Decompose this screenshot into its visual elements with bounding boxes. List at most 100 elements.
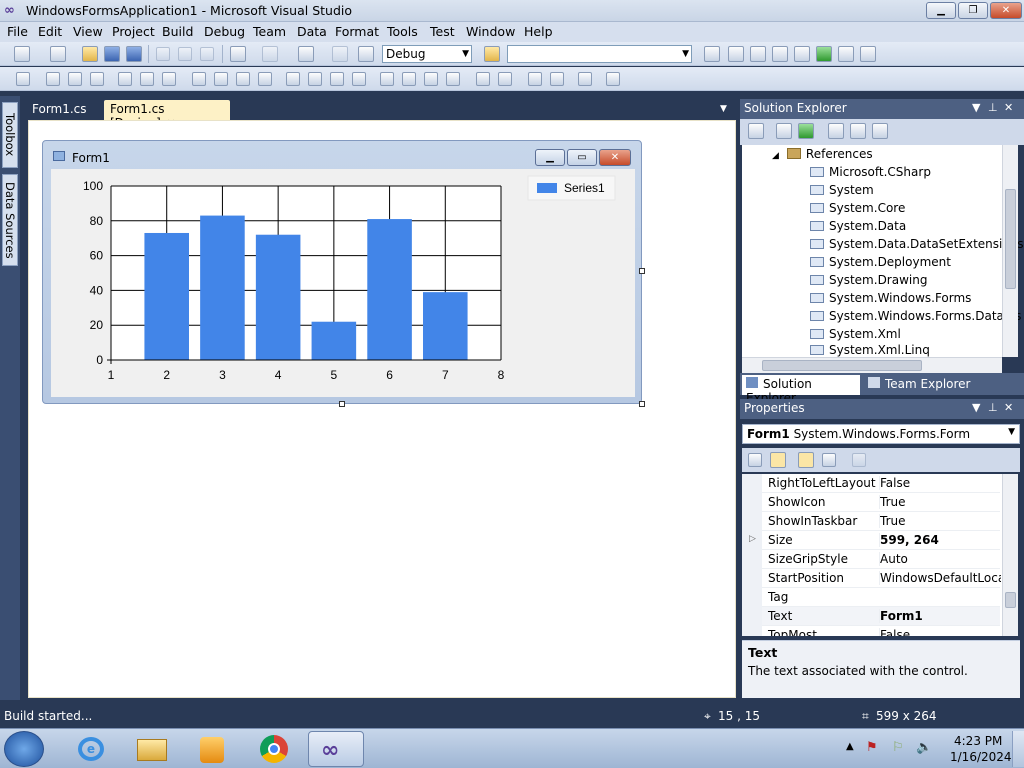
layout-options-icon[interactable] xyxy=(606,72,620,86)
show-all-files-icon[interactable] xyxy=(776,123,792,139)
panel-dropdown-icon[interactable]: ▼ xyxy=(972,101,980,114)
menu-format[interactable]: Format xyxy=(335,24,379,39)
center-vertically-icon[interactable] xyxy=(498,72,512,86)
property-pages-icon[interactable] xyxy=(852,453,866,467)
network-icon[interactable]: ⚑ xyxy=(866,740,878,755)
bring-to-front-icon[interactable] xyxy=(528,72,542,86)
solution-explorer-icon[interactable] xyxy=(704,46,720,62)
pin-icon[interactable]: ⊥ xyxy=(988,101,998,114)
decrease-horizontal-spacing-icon[interactable] xyxy=(330,72,344,86)
tree-node-reference[interactable]: System.Data xyxy=(810,219,906,237)
property-row[interactable]: ShowInTaskbar True xyxy=(742,512,1000,531)
expand-arrow-icon[interactable]: ▷ xyxy=(749,534,756,544)
form-minimize-button[interactable]: ▁ xyxy=(535,149,565,166)
properties-window-icon[interactable] xyxy=(728,46,744,62)
start-page-icon[interactable] xyxy=(816,46,832,62)
property-grid-scrollbar[interactable] xyxy=(1002,474,1018,636)
volume-icon[interactable]: 🔈 xyxy=(916,740,932,755)
align-rights-icon[interactable] xyxy=(90,72,104,86)
show-desktop-button[interactable] xyxy=(1012,731,1024,767)
action-center-icon[interactable]: ⚐ xyxy=(892,740,904,755)
menu-build[interactable]: Build xyxy=(162,24,193,39)
add-item-icon[interactable] xyxy=(50,46,66,62)
size-to-grid-icon[interactable] xyxy=(214,72,228,86)
alphabetical-icon[interactable] xyxy=(770,452,786,468)
redo-icon[interactable] xyxy=(262,46,278,62)
pin-icon[interactable]: ⊥ xyxy=(988,401,998,414)
navigate-backward-icon[interactable] xyxy=(298,46,314,62)
form1-window[interactable]: Form1 ▁ ▭ ✕ 0 20 40 60 80 100 1 2 3 4 5 6 7 8 Series1 xyxy=(42,140,642,404)
center-horizontally-icon[interactable] xyxy=(476,72,490,86)
scrollbar-thumb[interactable] xyxy=(1005,592,1016,608)
make-same-size-icon[interactable] xyxy=(258,72,272,86)
scrollbar-thumb[interactable] xyxy=(1005,189,1016,289)
make-same-width-icon[interactable] xyxy=(192,72,206,86)
resize-handle-right[interactable] xyxy=(639,268,645,274)
property-row-selected[interactable]: Text Form1 xyxy=(742,607,1000,626)
data-sources-tab[interactable]: Data Sources xyxy=(2,174,18,266)
open-file-icon[interactable] xyxy=(82,46,98,62)
tab-team-explorer[interactable]: Team Explorer xyxy=(864,375,975,395)
visual-studio-taskbar-icon[interactable]: ∞ xyxy=(308,731,364,767)
menu-test[interactable]: Test xyxy=(430,24,455,39)
align-tops-icon[interactable] xyxy=(118,72,132,86)
property-row[interactable]: Tag xyxy=(742,588,1000,607)
minimize-button[interactable]: ▁ xyxy=(926,2,956,19)
tab-list-dropdown-icon[interactable]: ▼ xyxy=(720,104,727,114)
view-designer-icon[interactable] xyxy=(850,123,866,139)
menu-tools[interactable]: Tools xyxy=(387,24,418,39)
property-row[interactable]: ShowIcon True xyxy=(742,493,1000,512)
property-row[interactable]: RightToLeftLayout False xyxy=(742,474,1000,493)
align-lefts-icon[interactable] xyxy=(46,72,60,86)
menu-view[interactable]: View xyxy=(73,24,103,39)
property-row[interactable]: TopMost False xyxy=(742,626,1000,636)
increase-vertical-spacing-icon[interactable] xyxy=(402,72,416,86)
tree-node-reference[interactable]: System.Windows.Forms xyxy=(810,291,971,309)
menu-team[interactable]: Team xyxy=(253,24,286,39)
remove-vertical-spacing-icon[interactable] xyxy=(446,72,460,86)
tab-form1-cs[interactable]: Form1.cs xyxy=(26,100,93,120)
command-window-icon[interactable] xyxy=(860,46,876,62)
close-button[interactable]: ✕ xyxy=(990,2,1022,19)
tree-node-references[interactable]: ◢ References xyxy=(772,147,873,165)
expand-arrow-icon[interactable]: ◢ xyxy=(772,151,779,161)
property-object-selector[interactable]: Form1 System.Windows.Forms.Form ▼ xyxy=(742,424,1020,444)
clock-date[interactable]: 1/16/2024 xyxy=(950,750,1012,764)
panel-dropdown-icon[interactable]: ▼ xyxy=(972,401,980,414)
increase-horizontal-spacing-icon[interactable] xyxy=(308,72,322,86)
events-icon[interactable] xyxy=(822,453,836,467)
tree-node-reference[interactable]: System.Drawing xyxy=(810,273,927,291)
make-same-height-icon[interactable] xyxy=(236,72,250,86)
navigate-forward-icon[interactable] xyxy=(332,46,348,62)
paste-icon[interactable] xyxy=(200,47,214,61)
menu-help[interactable]: Help xyxy=(524,24,553,39)
menu-window[interactable]: Window xyxy=(466,24,515,39)
tree-node-reference[interactable]: Microsoft.CSharp xyxy=(810,165,931,183)
panel-close-icon[interactable]: ✕ xyxy=(1004,101,1013,114)
form-maximize-button[interactable]: ▭ xyxy=(567,149,597,166)
menu-edit[interactable]: Edit xyxy=(38,24,62,39)
align-middles-icon[interactable] xyxy=(140,72,154,86)
tab-form1-design[interactable]: Form1.cs [Design]✕ xyxy=(104,100,230,130)
tab-solution-explorer[interactable]: Solution Explorer xyxy=(742,375,860,405)
form-close-button[interactable]: ✕ xyxy=(599,149,631,166)
resize-handle-bottom[interactable] xyxy=(339,401,345,407)
clock-time[interactable]: 4:23 PM xyxy=(954,734,1002,748)
scrollbar-thumb[interactable] xyxy=(762,360,922,371)
chart-control[interactable]: 0 20 40 60 80 100 1 2 3 4 5 6 7 8 Series1 xyxy=(51,169,635,397)
menu-file[interactable]: File xyxy=(7,24,28,39)
solution-tree-vertical-scrollbar[interactable] xyxy=(1002,145,1018,357)
solution-tree-horizontal-scrollbar[interactable] xyxy=(742,357,1002,373)
menu-data[interactable]: Data xyxy=(297,24,327,39)
show-hidden-icons[interactable]: ▲ xyxy=(846,741,854,752)
categorized-icon[interactable] xyxy=(748,453,762,467)
decrease-vertical-spacing-icon[interactable] xyxy=(424,72,438,86)
server-explorer-icon[interactable] xyxy=(838,46,854,62)
solution-configuration-combo[interactable]: Debug ▼ xyxy=(382,45,472,63)
menu-project[interactable]: Project xyxy=(112,24,155,39)
save-icon[interactable] xyxy=(104,46,120,62)
menu-debug[interactable]: Debug xyxy=(204,24,245,39)
maximize-button[interactable]: ❐ xyxy=(958,2,988,19)
properties-icon[interactable] xyxy=(748,123,764,139)
tree-node-reference[interactable]: System xyxy=(810,183,874,201)
